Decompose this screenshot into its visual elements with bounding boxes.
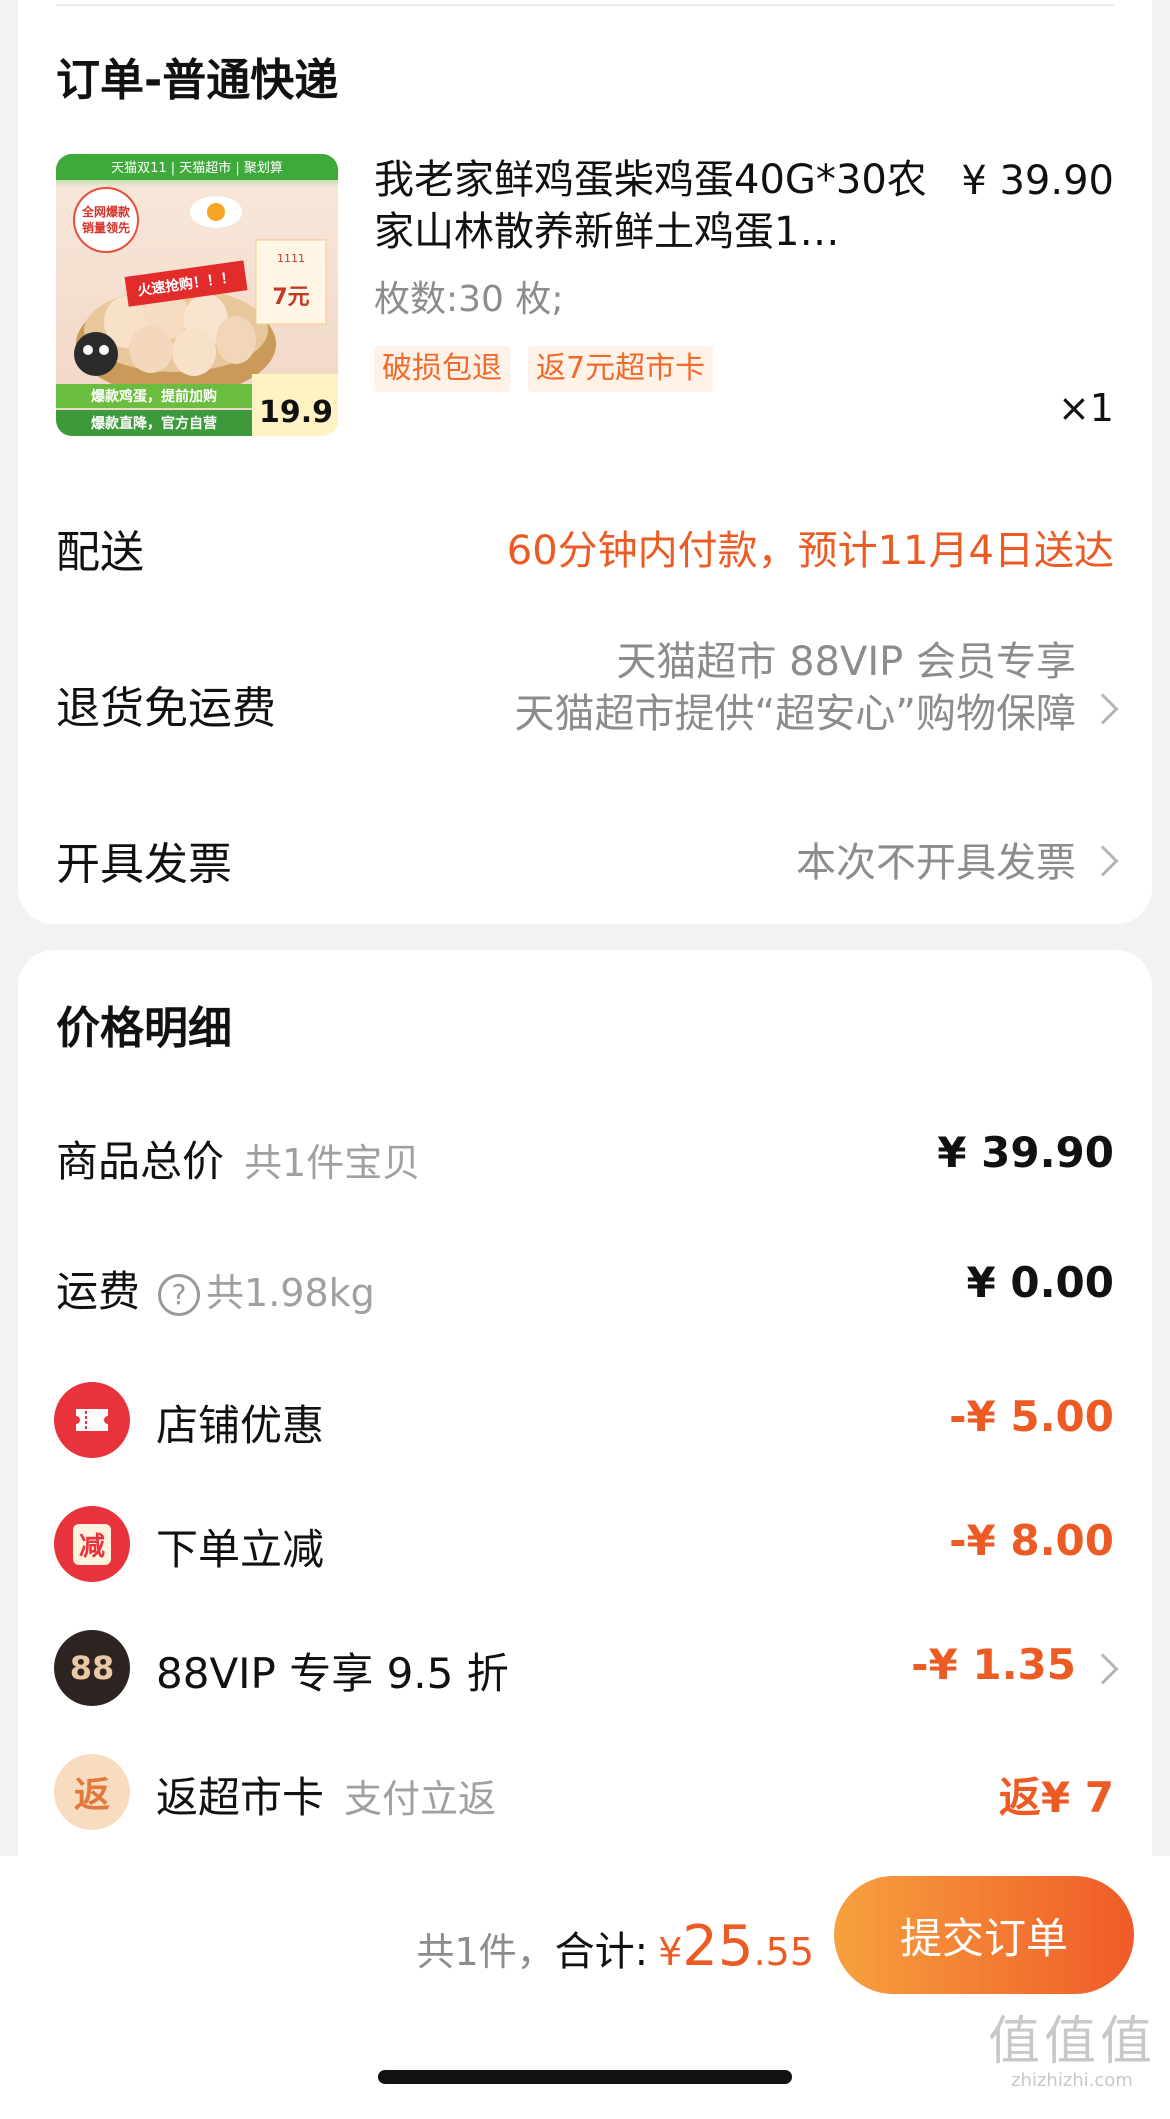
product-price: ¥ 39.90 (961, 158, 1114, 204)
thumb-price: 19.9 (259, 395, 333, 430)
divider (56, 4, 1114, 6)
watermark-url: zhizhizhi.com (1011, 2070, 1133, 2091)
watermark: 值值值 zhizhizhi.com (988, 2014, 1156, 2091)
item-count: 共1件， (416, 1930, 555, 1974)
product-title[interactable]: 我老家鲜鸡蛋柴鸡蛋40G*30农家山林散养新鲜土鸡蛋1… (374, 154, 934, 258)
order-total: 共1件，合计: ¥25.55 (416, 1914, 814, 1979)
product-quantity[interactable]: ×1 (1058, 386, 1114, 430)
rebate-text: 返超市卡 (156, 1773, 325, 1822)
order-card: 订单-普通快递 天猫双11 | 天猫超市 | 聚划算 全网爆款 销量领先 火速抢… (18, 0, 1152, 924)
svg-text:7元: 7元 (272, 285, 309, 310)
thumb-slogan-1: 爆款鸡蛋，提前加购 (91, 388, 217, 405)
chevron-right-icon (1087, 1653, 1119, 1685)
home-indicator[interactable] (378, 2070, 792, 2084)
order-title: 订单-普通快递 (56, 55, 339, 106)
minus-badge-icon: 减 (54, 1506, 130, 1582)
shipping-weight: 共1.98kg (206, 1271, 375, 1315)
delivery-value: 60分钟内付款，预计11月4日送达 (506, 528, 1114, 574)
returns-info: 天猫超市 88VIP 会员专享 天猫超市提供“超安心”购物保障 (515, 636, 1076, 740)
chevron-right-icon (1087, 693, 1119, 725)
price-detail-card: 价格明细 商品总价 共1件宝贝 ¥ 39.90 运费? 共1.98kg ¥ 0.00… (18, 950, 1152, 1900)
rebate-icon: 返 (54, 1754, 130, 1830)
help-icon[interactable]: ? (158, 1273, 201, 1316)
shipping-text: 运费 (56, 1267, 141, 1316)
vip88-icon: 88 (54, 1630, 130, 1706)
vip-discount-label: 88VIP 专享 9.5 折 (156, 1649, 509, 1698)
total-currency: ¥ (658, 1930, 683, 1974)
total-label: 合计: (554, 1929, 649, 1975)
shipping-label: 运费? 共1.98kg (56, 1258, 375, 1319)
returns-label: 退货免运费 (56, 683, 276, 734)
minus-badge-text: 减 (72, 1523, 111, 1565)
svg-text:1111: 1111 (277, 252, 305, 265)
product-image[interactable]: 天猫双11 | 天猫超市 | 聚划算 全网爆款 销量领先 火速抢购！！！ 111… (56, 154, 338, 436)
store-discount-amount: -¥ 5.00 (949, 1392, 1114, 1441)
total-integer: 25 (682, 1914, 754, 1979)
product-sku[interactable]: 枚数:30 枚; (374, 270, 564, 322)
instant-discount-amount: -¥ 8.00 (949, 1516, 1114, 1565)
invoice-value: 本次不开具发票 (796, 840, 1076, 886)
vip-discount-amount: -¥ 1.35 (911, 1640, 1076, 1689)
thumb-slogan-2: 爆款直降，官方自营 (91, 415, 217, 432)
rebate-amount: 返¥ 7 (998, 1773, 1114, 1822)
store-discount-label: 店铺优惠 (156, 1401, 325, 1450)
returns-line-2: 天猫超市提供“超安心”购物保障 (514, 691, 1076, 737)
chevron-right-icon (1087, 845, 1119, 877)
rebate-label: 返超市卡 支付立返 (156, 1764, 496, 1825)
svg-text:销量领先: 销量领先 (82, 220, 130, 235)
tag-damage-return: 破损包退 (374, 346, 510, 392)
tag-rebate-card: 返7元超市卡 (528, 346, 714, 392)
delivery-label: 配送 (56, 527, 144, 578)
goods-total-text: 商品总价 (56, 1137, 225, 1186)
submit-order-button[interactable]: 提交订单 (834, 1876, 1134, 1994)
invoice-label: 开具发票 (56, 839, 232, 890)
total-decimal: .55 (753, 1930, 814, 1974)
thumb-banner: 天猫双11 | 天猫超市 | 聚划算 (111, 160, 283, 176)
checkout-bar: 共1件，合计: ¥25.55 提交订单 值值值 zhizhizhi.com (0, 1856, 1170, 2119)
rebate-sub: 支付立返 (344, 1777, 497, 1821)
shipping-amount: ¥ 0.00 (966, 1258, 1114, 1307)
price-detail-title: 价格明细 (56, 1003, 232, 1054)
goods-total-label: 商品总价 共1件宝贝 (56, 1128, 420, 1189)
svg-text:全网爆款: 全网爆款 (81, 204, 131, 219)
goods-count: 共1件宝贝 (244, 1141, 421, 1185)
goods-total-amount: ¥ 39.90 (937, 1128, 1114, 1177)
returns-line-1: 天猫超市 88VIP 会员专享 (616, 639, 1076, 685)
watermark-logo: 值值值 (987, 2012, 1156, 2072)
egg-product-image: 天猫双11 | 天猫超市 | 聚划算 全网爆款 销量领先 火速抢购！！！ 111… (56, 154, 338, 436)
ticket-icon (54, 1382, 130, 1458)
instant-discount-label: 下单立减 (156, 1525, 325, 1574)
